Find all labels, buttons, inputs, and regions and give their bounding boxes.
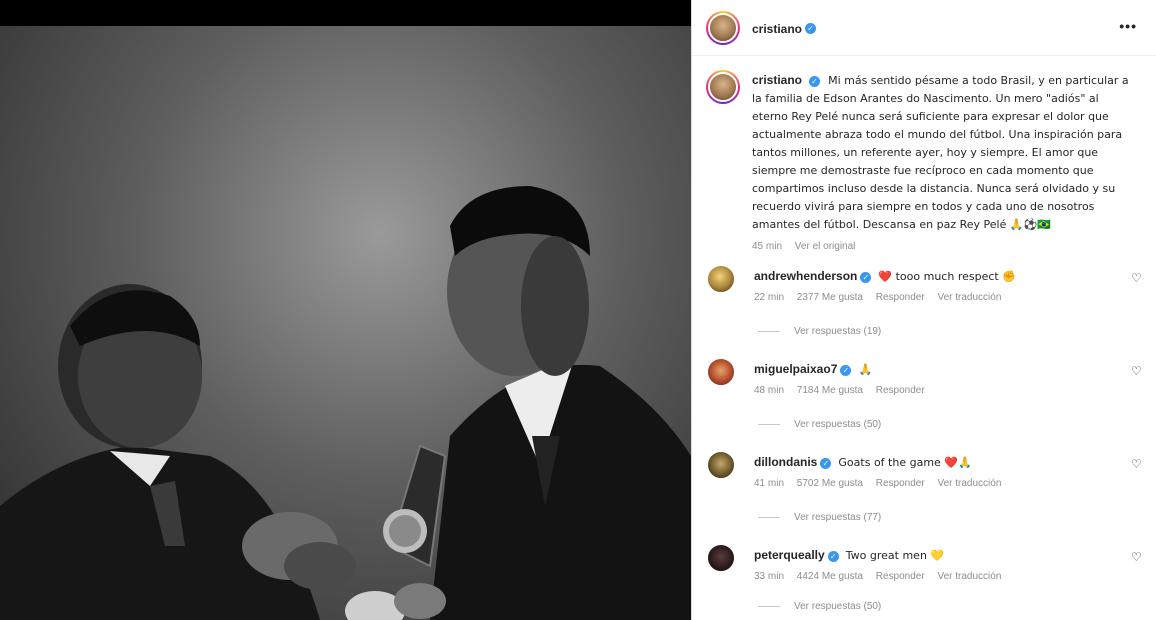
- comment-username[interactable]: dillondanis: [754, 455, 817, 469]
- translate-button[interactable]: Ver traducción: [937, 292, 1001, 303]
- reply-button[interactable]: Responder: [876, 292, 925, 303]
- author-avatar[interactable]: [706, 11, 740, 45]
- author-username[interactable]: cristiano: [752, 22, 802, 36]
- comment-username[interactable]: andrewhenderson: [754, 269, 857, 283]
- post-details-panel: cristiano ✓ ••• cristiano ✓ Mi más sentido…: [691, 0, 1156, 620]
- heart-outline-icon[interactable]: ♡: [1131, 365, 1143, 377]
- comment-text: Two great men 💛: [845, 549, 945, 562]
- comment-username[interactable]: peterqueally: [754, 548, 825, 562]
- view-replies-label: Ver respuestas (50): [794, 601, 882, 612]
- comment-likes[interactable]: 7184 Me gusta: [797, 385, 863, 396]
- comment-text: 🙏: [858, 363, 873, 376]
- comment-body: dillondanis ✓ Goats of the game ❤️🙏: [754, 454, 1114, 471]
- avatar-image: [708, 13, 738, 43]
- translate-button[interactable]: Ver traducción: [937, 571, 1001, 582]
- post-image: [0, 26, 691, 620]
- comment-time: 48 min: [754, 385, 785, 396]
- view-replies-label: Ver respuestas (19): [794, 326, 882, 337]
- comment-time: 41 min: [754, 478, 785, 489]
- verified-badge-icon: ✓: [840, 364, 852, 376]
- view-replies-button[interactable]: Ver respuestas (77): [758, 512, 881, 523]
- caption-time: 45 min: [752, 241, 783, 252]
- reply-button[interactable]: Responder: [876, 385, 925, 396]
- avatar-image: [706, 357, 736, 387]
- heart-outline-icon[interactable]: ♡: [1131, 272, 1143, 284]
- caption-avatar[interactable]: [706, 70, 740, 104]
- caption-username[interactable]: cristiano: [752, 73, 802, 87]
- caption-meta: 45 min Ver el original: [752, 238, 1137, 255]
- heart-outline-icon[interactable]: ♡: [1131, 551, 1143, 563]
- avatar-image: [706, 543, 736, 573]
- post-photo: [0, 0, 691, 620]
- comment-meta: 33 min 4424 Me gusta Responder Ver tradu…: [754, 571, 1011, 582]
- view-replies-label: Ver respuestas (77): [794, 512, 882, 523]
- commenter-avatar[interactable]: [706, 543, 736, 573]
- verified-badge-icon: ✓: [809, 75, 821, 87]
- view-replies-label: Ver respuestas (50): [794, 419, 882, 430]
- comment-body: andrewhenderson ✓ ❤️ tooo much respect ✊: [754, 268, 1114, 285]
- comment-body: miguelpaixao7 ✓ 🙏: [754, 361, 1114, 378]
- commenter-avatar[interactable]: [706, 450, 736, 480]
- heart-outline-icon[interactable]: ♡: [1131, 458, 1143, 470]
- avatar-image: [706, 264, 736, 294]
- translate-button[interactable]: Ver traducción: [937, 478, 1001, 489]
- commenter-avatar[interactable]: [706, 357, 736, 387]
- comment-text: Goats of the game ❤️🙏: [838, 456, 972, 469]
- view-replies-button[interactable]: Ver respuestas (19): [758, 326, 881, 337]
- more-options-icon[interactable]: •••: [1119, 18, 1137, 34]
- view-replies-button[interactable]: Ver respuestas (50): [758, 419, 881, 430]
- verified-badge-icon: ✓: [827, 550, 839, 562]
- reply-button[interactable]: Responder: [876, 478, 925, 489]
- avatar-image: [706, 450, 736, 480]
- avatar-image: [708, 72, 738, 102]
- replies-line: [758, 330, 780, 332]
- post-caption: cristiano ✓ Mi más sentido pésame a todo …: [752, 72, 1137, 255]
- comment-meta: 22 min 2377 Me gusta Responder Ver tradu…: [754, 292, 1011, 303]
- replies-line: [758, 423, 780, 425]
- verified-badge-icon: ✓: [805, 23, 817, 35]
- replies-line: [758, 516, 780, 518]
- verified-badge-icon: ✓: [860, 271, 872, 283]
- comment-time: 22 min: [754, 292, 785, 303]
- replies-line: [758, 605, 780, 607]
- reply-button[interactable]: Responder: [876, 571, 925, 582]
- comment-likes[interactable]: 2377 Me gusta: [797, 292, 863, 303]
- caption-text: Mi más sentido pésame a todo Brasil, y e…: [752, 74, 1129, 231]
- verified-badge-icon: ✓: [820, 457, 832, 469]
- comment-time: 33 min: [754, 571, 785, 582]
- commenter-avatar[interactable]: [706, 264, 736, 294]
- comment-meta: 41 min 5702 Me gusta Responder Ver tradu…: [754, 478, 1011, 489]
- comment-body: peterqueally ✓ Two great men 💛: [754, 547, 1114, 564]
- view-replies-button[interactable]: Ver respuestas (50): [758, 601, 881, 612]
- comment-likes[interactable]: 4424 Me gusta: [797, 571, 863, 582]
- comment-username[interactable]: miguelpaixao7: [754, 362, 837, 376]
- author-name-wrap: cristiano ✓: [752, 20, 817, 38]
- comment-likes[interactable]: 5702 Me gusta: [797, 478, 863, 489]
- comment-text: ❤️ tooo much respect ✊: [878, 270, 1016, 283]
- post-header: cristiano ✓ •••: [692, 0, 1156, 56]
- see-original-link[interactable]: Ver el original: [795, 241, 856, 252]
- comment-meta: 48 min 7184 Me gusta Responder: [754, 385, 935, 396]
